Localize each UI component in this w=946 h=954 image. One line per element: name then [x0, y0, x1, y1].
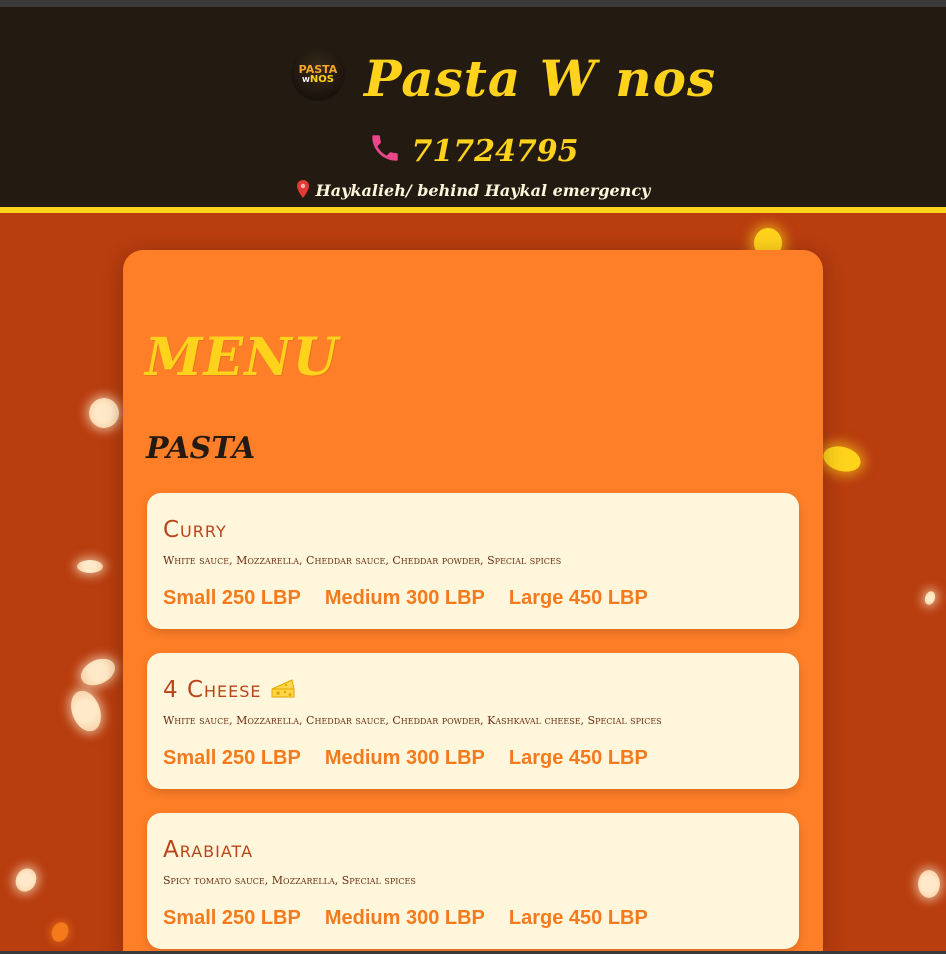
- menu-item-4-cheese[interactable]: 4 Cheese White sauce, Mozzarella, Chedda…: [147, 653, 799, 789]
- decor-pasta-blob: [922, 589, 938, 607]
- window-top-border: [0, 0, 946, 7]
- section-title-pasta: PASTA: [146, 431, 256, 466]
- brand-logo[interactable]: PASTA WNOS: [291, 47, 345, 101]
- decor-pasta-blob: [83, 392, 125, 434]
- address-text: Haykalieh/ behind Haykal emergency: [315, 181, 651, 200]
- phone-icon: [371, 135, 398, 161]
- menu-title: MENU: [145, 327, 340, 388]
- cheese-icon: [271, 679, 295, 698]
- price-small: Small 250 LBP: [163, 907, 301, 929]
- price-medium: Medium 300 LBP: [324, 907, 485, 929]
- price-medium: Medium 300 LBP: [324, 587, 485, 609]
- item-prices: Small 250 LBP Medium 300 LBP Large 450 L…: [163, 743, 648, 773]
- decor-pasta-blob: [48, 919, 72, 945]
- item-name: 4 Cheese: [163, 675, 296, 705]
- decor-pasta-blob: [77, 560, 103, 573]
- price-small: Small 250 LBP: [163, 587, 301, 609]
- menu-item-arabiata[interactable]: Arabiata Spicy tomato sauce, Mozzarella,…: [147, 813, 799, 949]
- decor-pasta-blob: [820, 442, 864, 476]
- decor-pasta-blob: [918, 870, 940, 898]
- item-description: White sauce, Mozzarella, Cheddar sauce, …: [163, 714, 662, 727]
- menu-item-curry[interactable]: Curry White sauce, Mozzarella, Cheddar s…: [147, 493, 799, 629]
- price-small: Small 250 LBP: [163, 747, 301, 769]
- brand-name: Pasta W nos: [364, 49, 717, 108]
- price-large: Large 450 LBP: [508, 587, 648, 609]
- item-name: Arabiata: [163, 837, 254, 863]
- menu-panel: MENU PASTA Curry White sauce, Mozzarella…: [123, 250, 823, 954]
- item-name: Curry: [163, 517, 227, 543]
- price-large: Large 450 LBP: [508, 747, 648, 769]
- pin-icon: [296, 180, 309, 198]
- item-description: White sauce, Mozzarella, Cheddar sauce, …: [163, 554, 562, 567]
- site-header: PASTA WNOS Pasta W nos 71724795 Haykalie…: [0, 7, 946, 213]
- address: Haykalieh/ behind Haykal emergency: [0, 179, 946, 203]
- phone-number: 71724795: [411, 134, 579, 169]
- price-large: Large 450 LBP: [508, 907, 648, 929]
- item-prices: Small 250 LBP Medium 300 LBP Large 450 L…: [163, 903, 648, 933]
- price-medium: Medium 300 LBP: [324, 747, 485, 769]
- phone-contact[interactable]: 71724795: [0, 131, 946, 172]
- item-prices: Small 250 LBP Medium 300 LBP Large 450 L…: [163, 583, 648, 613]
- item-description: Spicy tomato sauce, Mozzarella, Special …: [163, 874, 416, 887]
- decor-pasta-blob: [11, 864, 41, 896]
- decor-pasta-blob: [76, 653, 120, 691]
- decor-pasta-blob: [65, 686, 107, 736]
